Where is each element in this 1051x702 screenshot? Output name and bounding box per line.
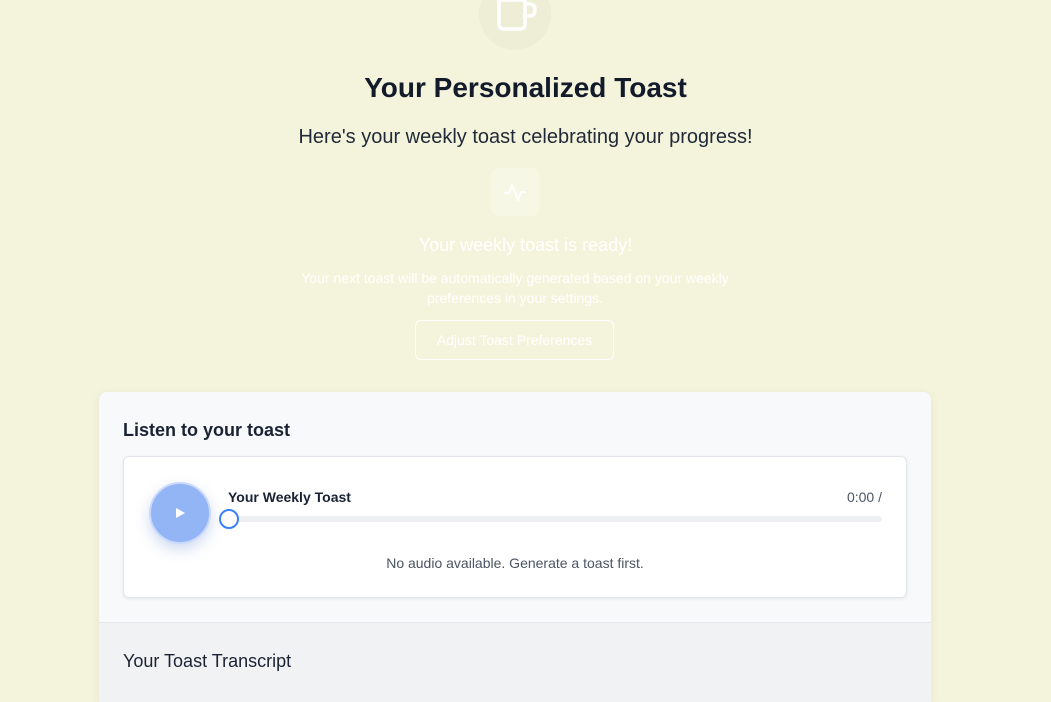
audio-card-heading: Listen to your toast: [123, 420, 291, 440]
play-icon: [176, 508, 185, 518]
coffee-cup-icon: [497, 0, 537, 31]
adjust-preferences-button[interactable]: Adjust Toast Preferences: [415, 320, 614, 360]
toast-ready-title: Your weekly toast is ready!: [418, 235, 633, 255]
activity-icon: [504, 184, 526, 201]
coffee-cup-icon-badge: [479, 0, 551, 50]
toast-ready-description: Your next toast will be automatically ge…: [301, 270, 729, 306]
progress-thumb[interactable]: [219, 509, 239, 529]
page-title: Your Personalized Toast: [364, 72, 687, 103]
page-subtitle: Here's your weekly toast celebrating you…: [298, 126, 753, 148]
track-time: 0:00 /: [846, 489, 882, 505]
track-title: Your Weekly Toast: [228, 489, 351, 505]
progress-bar[interactable]: [219, 509, 882, 529]
transcript-section: Your Toast Transcript: [99, 622, 931, 702]
play-button[interactable]: [149, 482, 211, 544]
audio-card: Listen to your toast Your Weekly Toast 0…: [99, 392, 931, 702]
audio-player: Your Weekly Toast 0:00 / No audio availa…: [123, 456, 907, 598]
activity-icon-badge: [491, 168, 539, 216]
transcript-heading: Your Toast Transcript: [123, 651, 292, 671]
no-audio-message: No audio available. Generate a toast fir…: [386, 555, 644, 571]
